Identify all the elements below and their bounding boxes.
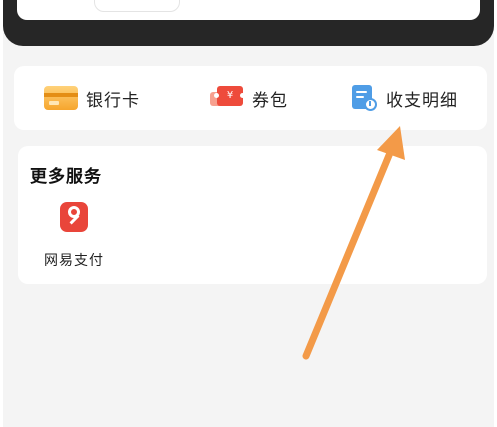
top-card-bottom xyxy=(17,0,480,20)
more-services-title: 更多服务 xyxy=(30,167,102,187)
screen: 银行卡 ¥ 券包 收支明细 更多服务 网易支付 xyxy=(0,0,497,427)
bank-card-label: 银行卡 xyxy=(86,90,140,111)
phone-frame-left xyxy=(0,0,3,427)
bank-card-entry[interactable]: 银行卡 xyxy=(44,84,140,112)
bill-detail-entry[interactable]: 收支明细 xyxy=(352,84,458,112)
top-card-background xyxy=(3,0,494,46)
bank-card-icon xyxy=(44,86,78,110)
netease-pay-icon xyxy=(60,202,88,232)
wallet-shortcuts-card: 银行卡 ¥ 券包 收支明细 xyxy=(14,66,487,130)
coupon-label: 券包 xyxy=(252,90,288,111)
bill-detail-icon xyxy=(352,85,378,111)
coupon-icon: ¥ xyxy=(210,85,245,111)
top-pill-button[interactable] xyxy=(94,0,180,12)
bill-detail-label: 收支明细 xyxy=(386,90,458,111)
more-services-card: 更多服务 网易支付 xyxy=(18,146,487,284)
coupon-entry[interactable]: ¥ 券包 xyxy=(210,84,288,112)
netease-pay-service[interactable]: 网易支付 xyxy=(38,202,108,274)
netease-pay-label: 网易支付 xyxy=(44,253,104,269)
